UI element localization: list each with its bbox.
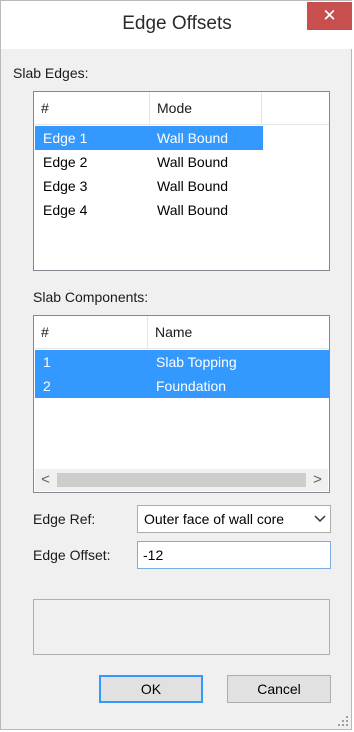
slab-components-list[interactable]: # Name 1 Slab Topping 2 Foundation < > — [33, 315, 330, 493]
component-number: 2 — [43, 378, 51, 394]
column-header-number[interactable]: # — [34, 316, 148, 348]
column-header-mode[interactable]: Mode — [150, 92, 262, 124]
chevron-down-icon — [314, 506, 326, 532]
edge-ref-label: Edge Ref: — [33, 511, 96, 527]
edge-mode: Wall Bound — [157, 178, 229, 194]
close-icon: ✕ — [322, 6, 337, 25]
title-bar[interactable]: Edge Offsets ✕ — [1, 1, 353, 49]
list-item-component-2[interactable]: 2 Foundation — [35, 374, 329, 398]
edge-number: Edge 2 — [43, 154, 88, 170]
horizontal-scrollbar[interactable]: < > — [35, 469, 328, 491]
component-number: 1 — [43, 354, 51, 370]
list-item-component-1[interactable]: 1 Slab Topping — [35, 350, 329, 374]
list-item-edge-4[interactable]: Edge 4 Wall Bound — [35, 198, 263, 222]
edge-offsets-dialog: Edge Offsets ✕ Slab Edges: # Mode Edge 1… — [0, 0, 353, 730]
info-panel — [33, 599, 330, 655]
component-name: Foundation — [156, 378, 227, 394]
slab-components-header: # Name — [34, 316, 329, 349]
column-header-number[interactable]: # — [34, 92, 150, 124]
dialog-title: Edge Offsets — [122, 13, 232, 34]
edge-offset-label: Edge Offset: — [33, 547, 111, 563]
close-button[interactable]: ✕ — [307, 2, 352, 30]
dialog-body: Slab Edges: # Mode Edge 1 Wall Bound Edg… — [9, 49, 345, 725]
slab-edges-label: Slab Edges: — [13, 65, 89, 81]
edge-mode: Wall Bound — [157, 154, 229, 170]
column-header-name[interactable]: Name — [148, 316, 329, 348]
edge-ref-value: Outer face of wall core — [144, 511, 285, 527]
scroll-left-icon[interactable]: < — [35, 469, 56, 491]
edge-number: Edge 1 — [43, 130, 88, 146]
scroll-thumb[interactable] — [57, 473, 306, 487]
component-name: Slab Topping — [156, 354, 237, 370]
edge-offset-input[interactable]: -12 — [137, 541, 331, 569]
edge-number: Edge 4 — [43, 202, 88, 218]
edge-mode: Wall Bound — [157, 130, 229, 146]
list-item-edge-1[interactable]: Edge 1 Wall Bound — [35, 126, 263, 150]
slab-edges-header: # Mode — [34, 92, 329, 125]
list-item-edge-3[interactable]: Edge 3 Wall Bound — [35, 174, 263, 198]
edge-ref-dropdown[interactable]: Outer face of wall core — [137, 505, 331, 533]
ok-button[interactable]: OK — [99, 675, 203, 703]
edge-number: Edge 3 — [43, 178, 88, 194]
slab-edges-list[interactable]: # Mode Edge 1 Wall Bound Edge 2 Wall Bou… — [33, 91, 330, 271]
edge-offset-value: -12 — [143, 547, 164, 563]
cancel-button[interactable]: Cancel — [227, 675, 331, 703]
list-item-edge-2[interactable]: Edge 2 Wall Bound — [35, 150, 263, 174]
scroll-right-icon[interactable]: > — [307, 469, 328, 491]
resize-grip-icon[interactable] — [337, 715, 349, 727]
slab-components-label: Slab Components: — [33, 289, 149, 305]
edge-mode: Wall Bound — [157, 202, 229, 218]
